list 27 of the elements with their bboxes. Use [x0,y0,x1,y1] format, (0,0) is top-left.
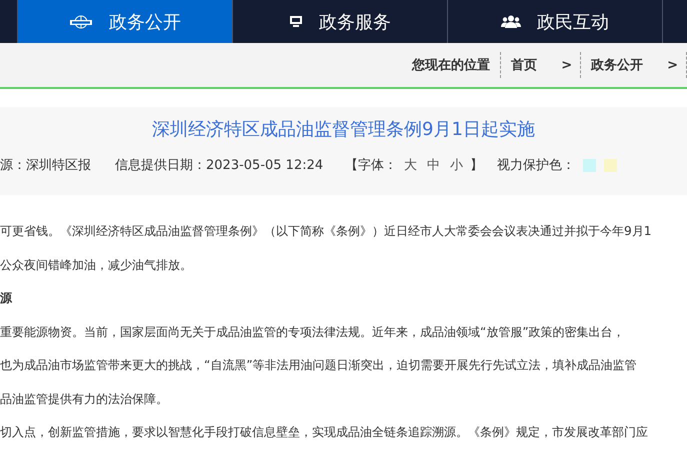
breadcrumb-link[interactable]: 政务公开 [581,56,654,74]
paragraph-text: 品油监管提供有力的法治保障。 [0,390,169,408]
source-text: 源：深圳特区报 [0,157,91,174]
bracket-text: 】 [470,157,484,174]
news-globe-icon [69,14,93,28]
date-text: 信息提供日期：2023-05-05 12:24 [115,157,324,174]
paragraph-text: 重要能源物资。当前，国家层面尚无关于成品油监管的专项法律法规。近年来，成品油领域“放管服”政策的密集出台， [0,324,626,340]
people-icon [501,15,521,28]
color-swatch[interactable] [604,158,618,172]
section-heading: 源 [0,290,14,307]
font-size-link[interactable]: 小 [447,156,466,174]
location-label: 您现在的位置 [410,57,492,74]
font-size-link[interactable]: 中 [424,156,444,174]
paragraph-text: 切入点，创新监管措施，要求以智慧化手段打破信息壁垒，实现成品油全链条追踪溯源。《条例》规定，市发展改革部门应 [0,424,649,441]
font-size-link[interactable]: 大 [401,156,420,174]
eye-care-label: 视力保护色： [497,157,576,174]
breadcrumb-separator: > [666,58,679,72]
breadcrumb-separator: > [560,58,574,72]
font-size-label: 【字体： [345,157,398,174]
monitor-icon [289,15,303,28]
article-title: 深圳经济特区成品油监督管理条例9月1日起实施 [152,118,535,141]
paragraph-text: 可更省钱。《深圳经济特区成品油监督管理条例》（以下简称《条例》）近日经市人大常委会会议表决通过并拟于今年9月1 [0,223,653,240]
paragraph-text: 公众夜间错峰加油，减少油气排放。 [0,256,193,274]
color-swatch[interactable] [583,158,596,172]
paragraph-text: 也为成品油市场监管带来更大的挑战，“自流黑”等非法用油问题日渐突出，迫切需要开展先行先试立法，填补成品油监管 [0,357,638,374]
breadcrumb-link[interactable]: 首页 [501,56,548,74]
nav-tab[interactable]: 政务公开 [18,0,233,43]
